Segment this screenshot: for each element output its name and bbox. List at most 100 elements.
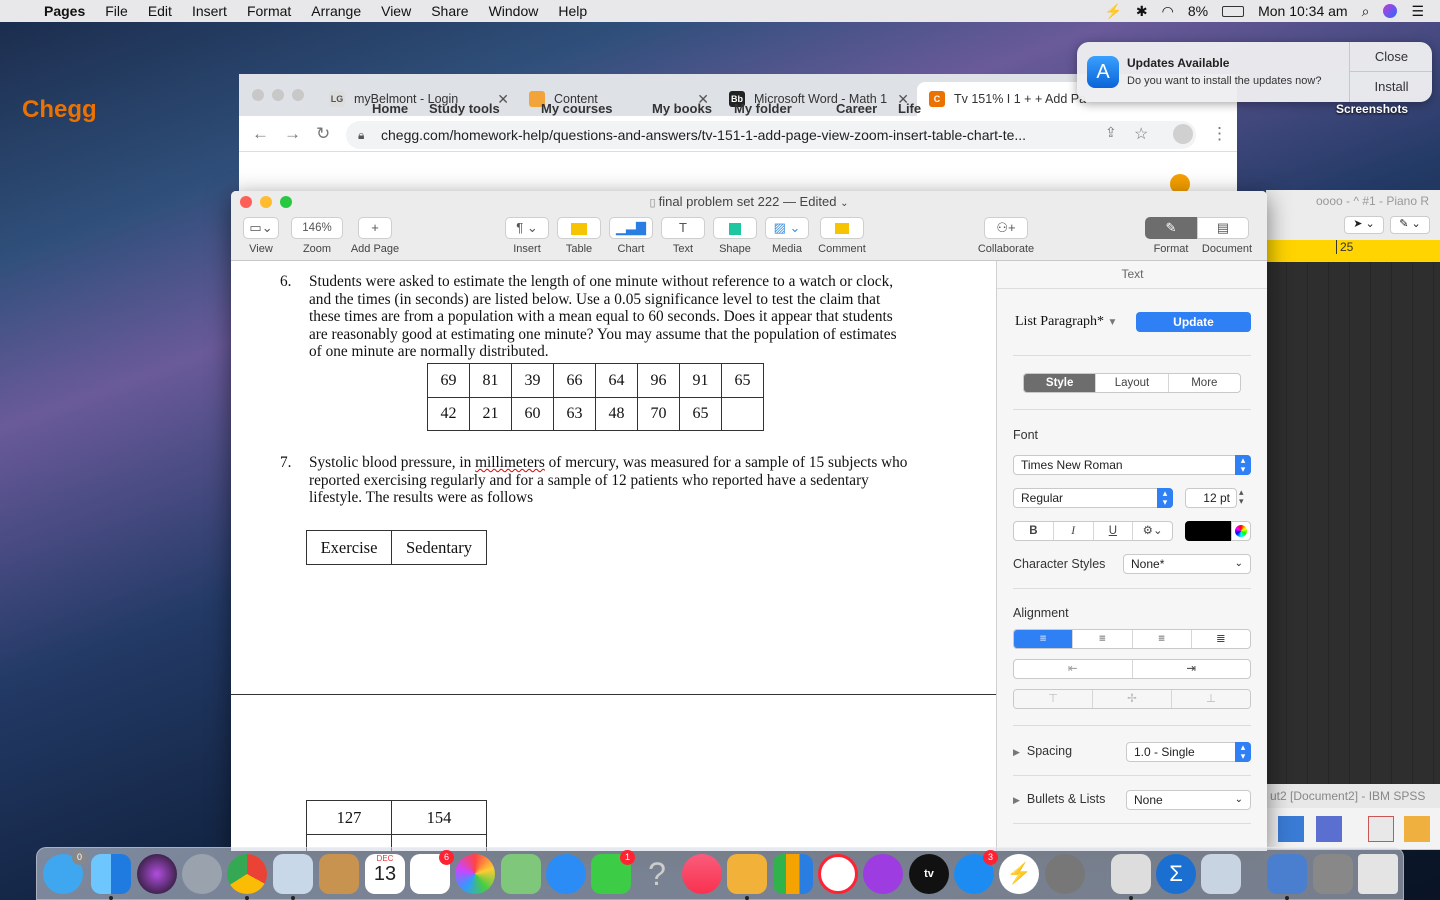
bookmark-star-icon[interactable]: ☆ <box>1134 124 1148 144</box>
shape-button[interactable]: Shape <box>713 217 757 255</box>
chegg-nav-home[interactable]: Home <box>372 101 408 116</box>
calendar-icon[interactable]: DEC 13 <box>365 854 405 894</box>
background-window-title[interactable]: oooo - ^ #1 - Piano R <box>1266 190 1440 212</box>
font-size-stepper-icon[interactable]: ▴ ▾ <box>1239 488 1244 506</box>
menu-view[interactable]: View <box>371 3 421 19</box>
chegg-nav-study-tools[interactable]: Study tools <box>429 101 500 116</box>
image-capture-icon[interactable] <box>1201 854 1241 894</box>
tab-layout[interactable]: Layout <box>1095 374 1167 392</box>
system-preferences-icon[interactable] <box>1045 854 1085 894</box>
font-style-select[interactable]: Regular ▴ ▾ <box>1013 488 1173 508</box>
view-button[interactable]: ▭⌄ View <box>243 217 279 255</box>
document-button[interactable]: ▤ Document <box>1197 217 1257 255</box>
menu-edit[interactable]: Edit <box>138 3 182 19</box>
music-icon[interactable] <box>682 854 722 894</box>
color-picker-icon[interactable] <box>1231 521 1251 541</box>
spss-icon[interactable] <box>1267 854 1307 900</box>
table-cell[interactable]: 42 <box>427 397 470 431</box>
notification-center-icon[interactable]: ☰ <box>1411 3 1424 20</box>
siri-icon[interactable] <box>137 854 177 894</box>
menu-app-name[interactable]: Pages <box>40 3 95 19</box>
tab-more[interactable]: More <box>1167 374 1240 392</box>
table-cell[interactable]: 66 <box>553 363 596 398</box>
question-6-text[interactable]: Students were asked to estimate the leng… <box>309 273 959 361</box>
tab-style[interactable]: Style <box>1024 374 1096 392</box>
insert-button[interactable]: ¶ ⌄ Insert <box>505 217 549 255</box>
folder-stack-icon[interactable] <box>1313 854 1353 894</box>
table-cell[interactable]: 21 <box>469 397 512 431</box>
increase-indent-icon[interactable]: ⇥ <box>1131 660 1251 678</box>
pencil-tool-icon[interactable]: ✎ ⌄ <box>1390 216 1430 234</box>
lightning-app-icon[interactable]: ⚡ <box>999 854 1039 894</box>
profile-avatar-icon[interactable] <box>1173 124 1193 144</box>
chrome-icon[interactable] <box>227 854 267 900</box>
chegg-nav-career[interactable]: Career <box>836 101 877 116</box>
window-zoom-button[interactable] <box>280 196 292 208</box>
table-cell[interactable]: 60 <box>511 397 554 431</box>
align-center-icon[interactable]: ≡ <box>1072 630 1131 648</box>
align-middle-icon[interactable]: ✢ <box>1092 690 1171 708</box>
siri-icon[interactable] <box>1383 4 1398 18</box>
launchpad-icon[interactable] <box>182 854 222 894</box>
notification-install-button[interactable]: Install <box>1350 72 1432 102</box>
spotlight-search-icon[interactable]: ⌕ <box>1362 3 1370 20</box>
bluetooth-icon[interactable]: ✱ <box>1136 3 1148 20</box>
table-cell[interactable]: 39 <box>511 363 554 398</box>
table-cell[interactable]: 64 <box>595 363 638 398</box>
menu-share[interactable]: Share <box>421 3 478 19</box>
table-cell[interactable]: 65 <box>679 397 722 431</box>
clock[interactable]: Mon 10:34 am <box>1258 3 1348 19</box>
menu-window[interactable]: Window <box>479 3 549 19</box>
wifi-icon[interactable]: ◠ <box>1162 3 1174 20</box>
update-style-button[interactable]: Update <box>1136 312 1251 332</box>
table-button[interactable]: Table <box>557 217 601 255</box>
desktop-folder-label[interactable]: Screenshots <box>1336 102 1408 116</box>
menu-format[interactable]: Format <box>237 3 301 19</box>
bullets-select[interactable]: None ⌄ <box>1126 790 1251 810</box>
apple-tv-icon[interactable]: tv <box>909 854 949 894</box>
chegg-nav-my-books[interactable]: My books <box>652 101 712 116</box>
table-cell[interactable]: 48 <box>595 397 638 431</box>
align-left-icon[interactable]: ≡ <box>1014 630 1073 648</box>
window-close-button[interactable] <box>240 196 252 208</box>
question-6-data-table[interactable]: 69 81 39 66 64 96 91 65 42 21 60 63 48 7… <box>427 363 764 431</box>
table-cell[interactable]: 70 <box>637 397 680 431</box>
justify-icon[interactable]: ≣ <box>1190 630 1250 648</box>
table-cell[interactable]: 81 <box>469 363 512 398</box>
table-cell[interactable]: 63 <box>553 397 596 431</box>
preview-icon[interactable] <box>273 854 313 900</box>
chegg-nav-my-courses[interactable]: My courses <box>541 101 613 116</box>
font-size-input[interactable]: 12 pt <box>1185 488 1237 508</box>
misspelled-word[interactable]: millimeters <box>475 454 545 471</box>
table-cell[interactable]: 69 <box>427 363 470 398</box>
reload-icon[interactable]: ↻ <box>316 124 330 144</box>
spss-import-icon[interactable] <box>1278 816 1304 842</box>
finder-icon[interactable] <box>91 854 131 900</box>
menu-help[interactable]: Help <box>548 3 597 19</box>
font-family-select[interactable]: Times New Roman ▴ ▾ <box>1013 455 1251 475</box>
battery-percent[interactable]: 8% <box>1188 3 1208 19</box>
comment-button[interactable]: Comment <box>815 217 869 255</box>
garageband-icon[interactable] <box>1111 854 1151 900</box>
battery-icon[interactable] <box>1222 5 1245 17</box>
app-store-icon[interactable]: 3 <box>954 850 998 894</box>
chrome-menu-icon[interactable]: ⋮ <box>1211 124 1228 144</box>
add-page-button[interactable]: + Add Page <box>347 217 403 255</box>
podcasts-icon[interactable] <box>863 854 903 894</box>
lightning-icon[interactable]: ⚡ <box>1104 3 1121 20</box>
align-top-icon[interactable]: ⊤ <box>1014 690 1092 708</box>
pages-app-icon[interactable] <box>727 854 767 900</box>
document-title[interactable]: final problem set 222 — Edited <box>659 194 837 209</box>
table-cell[interactable] <box>721 397 764 431</box>
question-7-header-table[interactable]: Exercise Sedentary <box>306 530 487 565</box>
align-right-icon[interactable]: ≡ <box>1131 630 1191 648</box>
trash-icon[interactable] <box>1358 854 1398 894</box>
forward-arrow-icon[interactable]: → <box>284 124 301 144</box>
table-header-sedentary[interactable]: Sedentary <box>391 530 487 565</box>
question-7-data-table[interactable]: 127 154 <box>306 800 487 851</box>
spacing-disclosure[interactable]: ▶ Spacing <box>1013 744 1072 758</box>
chegg-nav-my-folder[interactable]: My folder <box>734 101 792 116</box>
question-7-text[interactable]: Systolic blood pressure, in millimeters … <box>309 454 969 507</box>
notification-close-button[interactable]: Close <box>1350 42 1432 72</box>
table-cell[interactable]: 154 <box>391 800 487 835</box>
